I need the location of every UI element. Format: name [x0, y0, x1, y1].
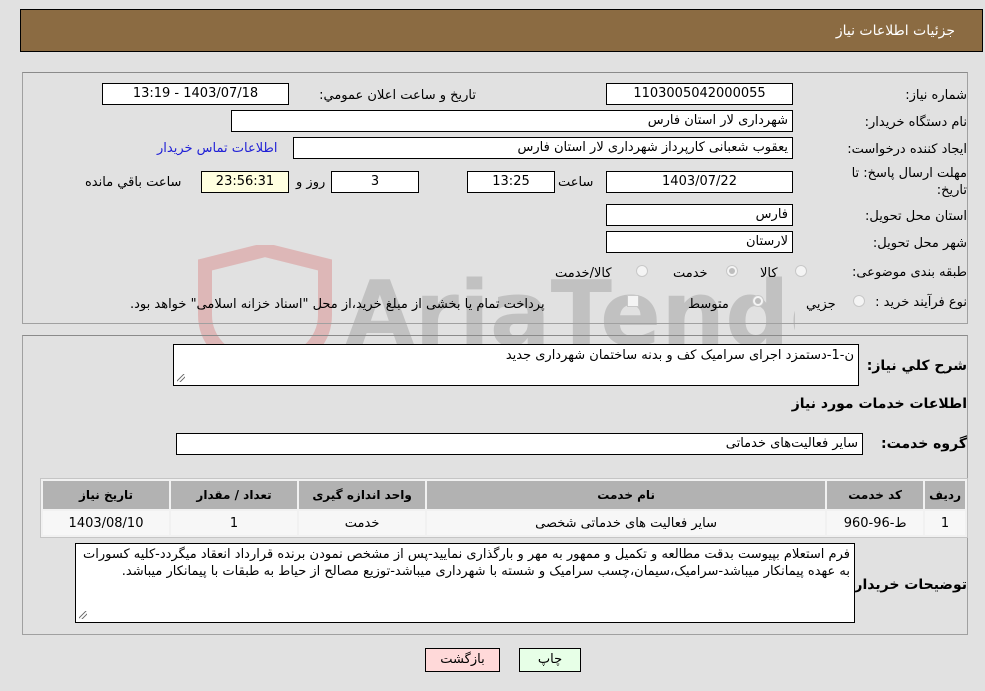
cell-need-date: 1403/08/10 [43, 511, 170, 535]
table-row: 1 ط-96-960 سایر فعالیت های خدماتی شخصی خ… [43, 511, 965, 535]
resize-grip-icon[interactable] [177, 374, 185, 382]
process-radio-minor[interactable] [853, 295, 865, 307]
col-row-number: رديف [925, 481, 965, 509]
need-number-label: شماره نیاز: [905, 88, 967, 103]
col-service-name: نام خدمت [427, 481, 826, 509]
back-button[interactable]: بازگشت [425, 648, 500, 672]
page-title: جزئیات اطلاعات نیاز [835, 23, 955, 39]
col-quantity: تعداد / مقدار [171, 481, 298, 509]
creator-label: ايجاد کننده درخواست: [847, 142, 967, 157]
service-group-field: سایر فعالیت‌های خدماتی [176, 433, 863, 455]
treasury-checkbox[interactable] [627, 295, 639, 307]
city-field: لارستان [606, 231, 793, 253]
process-option-minor: جزيي [806, 297, 836, 312]
category-option-goods: کالا [760, 266, 778, 281]
category-option-service: خدمت [673, 266, 708, 281]
buyer-org-label: نام دستگاه خريدار: [864, 115, 967, 130]
buyer-notes-label: توضیحات خریدار: [848, 577, 967, 593]
deadline-time-label: ساعت [558, 175, 594, 190]
cell-row-number: 1 [925, 511, 965, 535]
category-radio-goods-service[interactable] [636, 265, 648, 277]
print-button[interactable]: چاپ [519, 648, 581, 672]
deadline-label-line1: مهلت ارسال پاسخ: تا [851, 166, 967, 181]
deadline-date-field: 1403/07/22 [606, 171, 793, 193]
remaining-label: ساعت باقي مانده [85, 175, 182, 190]
col-need-date: تاريخ نياز [43, 481, 170, 509]
description-textarea[interactable]: ن-1-دستمزد اجرای سرامیک کف و بدنه ساختما… [173, 344, 859, 386]
remaining-time-field: 23:56:31 [201, 171, 289, 193]
buyer-notes-textarea[interactable]: فرم استعلام بپیوست بدقت مطالعه و تکمیل و… [75, 543, 855, 623]
cell-unit: خدمت [299, 511, 426, 535]
creator-field: یعقوب شعبانی کارپرداز شهرداری لار استان … [293, 137, 793, 159]
days-label: روز و [296, 175, 326, 190]
services-table: رديف کد خدمت نام خدمت واحد اندازه گيری ت… [40, 478, 968, 538]
announce-label: تاریخ و ساعت اعلان عمومي: [319, 88, 476, 103]
process-label: نوع فرآيند خريد : [875, 295, 967, 310]
cell-quantity: 1 [171, 511, 298, 535]
cell-service-name: سایر فعالیت های خدماتی شخصی [427, 511, 826, 535]
buyer-contact-link[interactable]: اطلاعات تماس خریدار [157, 141, 277, 156]
category-radio-goods[interactable] [795, 265, 807, 277]
province-label: استان محل تحویل: [865, 209, 967, 224]
need-number-field: 1103005042000055 [606, 83, 793, 105]
table-header-row: رديف کد خدمت نام خدمت واحد اندازه گيری ت… [43, 481, 965, 509]
category-option-goods-service: کالا/خدمت [555, 266, 612, 281]
deadline-time-field: 13:25 [467, 171, 555, 193]
treasury-checkbox-label: پرداخت تمام یا بخشی از مبلغ خرید،از محل … [130, 297, 545, 312]
services-section-title: اطلاعات خدمات مورد نياز [791, 396, 967, 412]
process-option-medium: متوسط [688, 297, 729, 312]
cell-service-code: ط-96-960 [827, 511, 924, 535]
description-text: ن-1-دستمزد اجرای سرامیک کف و بدنه ساختما… [505, 348, 854, 363]
category-label: طبقه بندی موضوعی: [851, 265, 967, 280]
province-field: فارس [606, 204, 793, 226]
col-unit: واحد اندازه گيری [299, 481, 426, 509]
process-radio-medium[interactable] [752, 295, 764, 307]
days-remaining-field: 3 [331, 171, 419, 193]
description-label: شرح کلي نياز: [866, 358, 967, 374]
buyer-org-field: شهرداری لار استان فارس [231, 110, 793, 132]
service-group-label: گروه خدمت: [881, 436, 967, 452]
buyer-notes-text: فرم استعلام بپیوست بدقت مطالعه و تکمیل و… [83, 547, 850, 579]
announce-datetime-field: 1403/07/18 - 13:19 [102, 83, 289, 105]
city-label: شهر محل تحویل: [872, 236, 967, 251]
page-header: جزئیات اطلاعات نیاز [20, 9, 983, 52]
col-service-code: کد خدمت [827, 481, 924, 509]
deadline-label-line2: تاريخ: [936, 183, 967, 198]
resize-grip-icon[interactable] [79, 611, 87, 619]
category-radio-service[interactable] [726, 265, 738, 277]
